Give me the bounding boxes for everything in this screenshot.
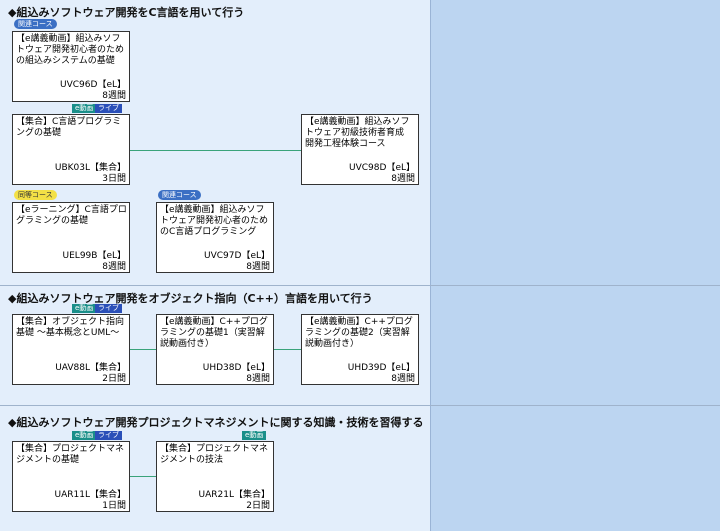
course-card-uel99b[interactable]: 【eラーニング】C言語プログラミングの基礎 UEL99B【eL】 8週間	[12, 202, 130, 273]
connector-line	[130, 349, 156, 350]
e-video-tag: e動画	[242, 431, 267, 440]
course-duration: 8週間	[102, 91, 126, 101]
course-card-uav88l[interactable]: 【集合】オブジェクト指向基礎 ～基本概念とUML～ UAV88L【集合】 2日間	[12, 314, 130, 385]
course-title: 【集合】プロジェクトマネジメントの技法	[160, 444, 269, 465]
live-tag: ライブ	[95, 304, 122, 313]
course-title: 【e講義動画】組込みソフトウェア開発初心者のための組込みシステムの基礎	[16, 34, 125, 66]
live-tag: ライブ	[95, 104, 122, 113]
course-duration: 2日間	[246, 501, 270, 511]
right-panel	[430, 0, 720, 531]
course-card-uhd39d[interactable]: 【e講義動画】C++プログラミングの基礎2（実習解説動画付き） UHD39D【e…	[301, 314, 419, 385]
course-duration: 8週間	[391, 174, 415, 184]
e-video-tag: e動画	[72, 304, 97, 313]
course-card-uvc97d[interactable]: 【e講義動画】組込みソフトウェア開発初心者のためのC言語プログラミング UVC9…	[156, 202, 274, 273]
section-divider	[0, 405, 720, 406]
course-duration: 8週間	[102, 262, 126, 272]
course-card-ubk03l[interactable]: 【集合】C言語プログラミングの基礎 UBK03L【集合】 3日間	[12, 114, 130, 185]
related-course-badge: 関連コース	[14, 19, 57, 29]
equivalent-course-badge: 同等コース	[14, 190, 57, 200]
course-title: 【集合】オブジェクト指向基礎 ～基本概念とUML～	[16, 317, 125, 338]
e-video-tag: e動画	[72, 104, 97, 113]
course-duration: 8週間	[246, 262, 270, 272]
course-duration: 8週間	[246, 374, 270, 384]
course-card-uvc98d[interactable]: 【e講義動画】組込みソフトウェア初級技術者育成 開発工程体験コース UVC98D…	[301, 114, 419, 185]
related-course-badge: 関連コース	[158, 190, 201, 200]
connector-line	[130, 150, 301, 151]
course-card-uvc96d[interactable]: 【e講義動画】組込みソフトウェア開発初心者のための組込みシステムの基礎 UVC9…	[12, 31, 130, 102]
course-title: 【e講義動画】C++プログラミングの基礎2（実習解説動画付き）	[305, 317, 413, 349]
connector-line	[274, 349, 301, 350]
course-card-uar21l[interactable]: 【集合】プロジェクトマネジメントの技法 UAR21L【集合】 2日間	[156, 441, 274, 512]
course-title: 【集合】C言語プログラミングの基礎	[16, 117, 122, 138]
course-title: 【e講義動画】組込みソフトウェア開発初心者のためのC言語プログラミング	[160, 205, 269, 237]
course-duration: 2日間	[102, 374, 126, 384]
section-divider	[0, 285, 720, 286]
section-heading-c: ◆組込みソフトウェア開発をC言語を用いて行う	[8, 6, 245, 19]
course-card-uar11l[interactable]: 【集合】プロジェクトマネジメントの基礎 UAR11L【集合】 1日間	[12, 441, 130, 512]
course-title: 【e講義動画】組込みソフトウェア初級技術者育成 開発工程体験コース	[305, 117, 414, 149]
connector-line	[130, 476, 156, 477]
live-tag: ライブ	[95, 431, 122, 440]
e-video-tag: e動画	[72, 431, 97, 440]
course-duration: 3日間	[102, 174, 126, 184]
course-title: 【e講義動画】C++プログラミングの基礎1（実習解説動画付き）	[160, 317, 268, 349]
course-title: 【集合】プロジェクトマネジメントの基礎	[16, 444, 125, 465]
course-title: 【eラーニング】C言語プログラミングの基礎	[16, 205, 127, 226]
course-duration: 8週間	[391, 374, 415, 384]
section-heading-oop: ◆組込みソフトウェア開発をオブジェクト指向（C++）言語を用いて行う	[8, 292, 373, 305]
course-duration: 1日間	[102, 501, 126, 511]
section-heading-pm: ◆組込みソフトウェア開発プロジェクトマネジメントに関する知識・技術を習得する	[8, 416, 424, 429]
course-card-uhd38d[interactable]: 【e講義動画】C++プログラミングの基礎1（実習解説動画付き） UHD38D【e…	[156, 314, 274, 385]
